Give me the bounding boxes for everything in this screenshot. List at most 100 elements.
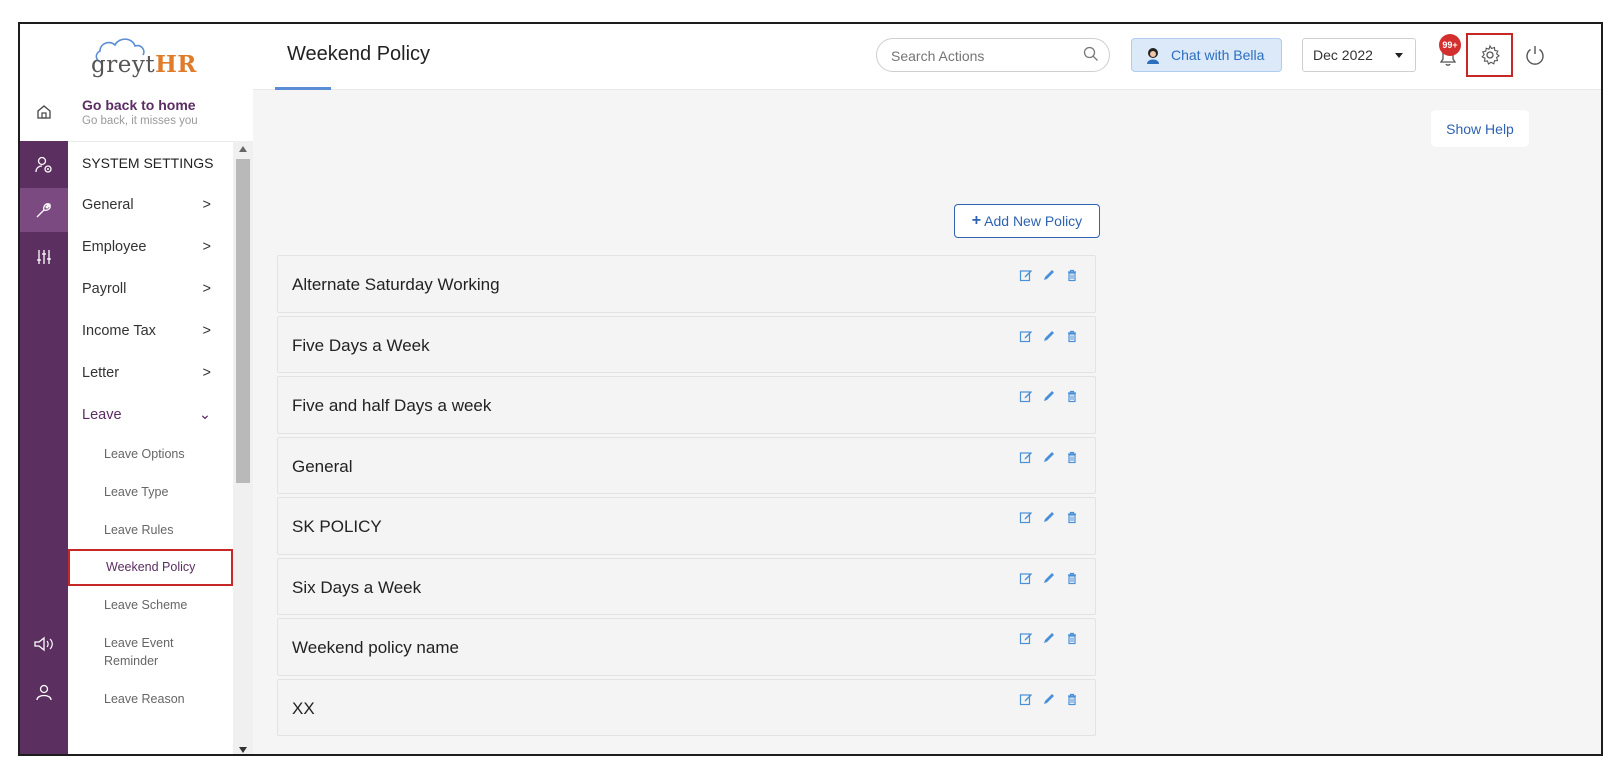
sidebar-item-general[interactable]: General > [68, 184, 233, 226]
add-policy-label: Add New Policy [984, 213, 1083, 229]
chat-with-bella-button[interactable]: Chat with Bella [1131, 38, 1282, 72]
edit-icon[interactable] [1019, 450, 1033, 464]
logo-text-orange: HR [155, 51, 197, 78]
trash-icon[interactable] [1065, 389, 1079, 403]
pencil-icon[interactable] [1042, 329, 1056, 343]
sidebar-item-payroll[interactable]: Payroll > [68, 268, 233, 310]
sidebar-item-employee[interactable]: Employee > [68, 226, 233, 268]
trash-icon[interactable] [1065, 268, 1079, 282]
greythr-logo[interactable]: greytHR [88, 34, 208, 84]
policy-list: Alternate Saturday Working Five Days a We… [277, 255, 1096, 739]
plus-icon: + [971, 212, 982, 229]
edit-icon[interactable] [1019, 692, 1033, 706]
edit-icon[interactable] [1019, 268, 1033, 282]
policy-name[interactable]: Five and half Days a week [292, 396, 491, 416]
home-link-title: Go back to home [82, 97, 196, 113]
policy-actions [1019, 631, 1079, 645]
profile-icon[interactable] [20, 670, 68, 714]
title-underline [275, 87, 331, 90]
chevron-right-icon: > [202, 323, 211, 339]
pencil-icon[interactable] [1042, 450, 1056, 464]
trash-icon[interactable] [1065, 692, 1079, 706]
chat-label: Chat with Bella [1171, 47, 1265, 63]
sidebar-item-label: Letter [82, 365, 120, 381]
trash-icon[interactable] [1065, 450, 1079, 464]
gear-icon [1479, 44, 1501, 66]
policy-name[interactable]: Weekend policy name [292, 638, 459, 658]
logo-text-grey: greyt [91, 52, 156, 78]
chevron-right-icon: > [202, 239, 211, 255]
settings-button[interactable] [1466, 33, 1513, 77]
sidebar-subitem-weekend-policy[interactable]: Weekend Policy [68, 548, 233, 587]
policy-row: Six Days a Week [277, 557, 1096, 615]
page-title: Weekend Policy [287, 43, 431, 65]
pencil-icon[interactable] [1042, 268, 1056, 282]
pencil-icon[interactable] [1042, 571, 1056, 585]
sidebar-item-leave[interactable]: Leave ⌄ [68, 394, 233, 436]
trash-icon[interactable] [1065, 510, 1079, 524]
main-content: Show Help + Add New Policy Alternate Sat… [253, 91, 1601, 754]
edit-icon[interactable] [1019, 389, 1033, 403]
sidebar-subitem-leave-type[interactable]: Leave Type [68, 474, 233, 512]
search-icon[interactable] [1083, 46, 1099, 67]
policy-name[interactable]: Five Days a Week [292, 336, 430, 356]
chevron-right-icon: > [202, 281, 211, 297]
scroll-down-icon[interactable] [239, 747, 247, 753]
policy-name[interactable]: General [292, 457, 352, 477]
policy-name[interactable]: Six Days a Week [292, 578, 421, 598]
sidebar-subitem-leave-rules[interactable]: Leave Rules [68, 511, 233, 549]
home-link-subtitle: Go back, it misses you [82, 115, 198, 127]
policy-name[interactable]: XX [292, 699, 315, 719]
policy-row: SK POLICY [277, 497, 1096, 555]
sliders-icon[interactable] [20, 235, 68, 279]
sidebar-subitem-leave-scheme[interactable]: Leave Scheme [68, 586, 233, 624]
policy-name[interactable]: SK POLICY [292, 517, 382, 537]
trash-icon[interactable] [1065, 329, 1079, 343]
edit-icon[interactable] [1019, 571, 1033, 585]
sidebar-subitem-leave-options[interactable]: Leave Options [68, 436, 233, 474]
announcement-icon[interactable] [20, 622, 68, 666]
edit-icon[interactable] [1019, 329, 1033, 343]
trash-icon[interactable] [1065, 631, 1079, 645]
user-settings-icon[interactable] [20, 143, 68, 187]
pencil-icon[interactable] [1042, 389, 1056, 403]
go-back-home-link[interactable]: Go back to home Go back, it misses you [82, 97, 198, 127]
sidebar-scrollbar[interactable] [233, 141, 253, 754]
sidebar-item-income-tax[interactable]: Income Tax > [68, 310, 233, 352]
search-input[interactable] [891, 46, 1071, 66]
scrollbar-thumb[interactable] [236, 159, 250, 483]
pencil-icon[interactable] [1042, 692, 1056, 706]
power-icon[interactable] [1518, 38, 1552, 72]
pencil-icon[interactable] [1042, 510, 1056, 524]
sidebar-item-label: Income Tax [82, 323, 156, 339]
sidebar-item-label: Payroll [82, 281, 127, 297]
icon-rail [20, 24, 68, 754]
home-icon[interactable] [20, 90, 68, 134]
edit-icon[interactable] [1019, 631, 1033, 645]
policy-name[interactable]: Alternate Saturday Working [292, 275, 500, 295]
pencil-icon[interactable] [1042, 631, 1056, 645]
app-window: greytHR Go back to home Go back, it miss… [18, 22, 1603, 756]
show-help-button[interactable]: Show Help [1431, 110, 1529, 147]
sidebar-subitem-leave-event-reminder[interactable]: Leave Event Reminder [68, 624, 188, 681]
month-select[interactable]: Dec 2022 [1302, 38, 1416, 72]
policy-actions [1019, 329, 1079, 343]
wrench-icon[interactable] [20, 188, 68, 232]
sidebar-subitem-leave-reason[interactable]: Leave Reason [68, 681, 233, 719]
policy-row: Weekend policy name [277, 618, 1096, 676]
policy-actions [1019, 268, 1079, 282]
policy-actions [1019, 692, 1079, 706]
sidebar-item-label: Employee [82, 239, 147, 255]
sidebar-item-label: General [82, 197, 134, 213]
chevron-right-icon: > [202, 197, 211, 213]
add-new-policy-button[interactable]: + Add New Policy [954, 204, 1100, 238]
section-title: SYSTEM SETTINGS [82, 155, 214, 171]
settings-menu: SYSTEM SETTINGS General > Employee > Payro… [68, 141, 233, 754]
search-box[interactable] [876, 38, 1110, 72]
sidebar-item-label: Leave [82, 407, 122, 423]
edit-icon[interactable] [1019, 510, 1033, 524]
scroll-up-icon[interactable] [239, 146, 247, 152]
bella-avatar-icon [1144, 46, 1162, 64]
trash-icon[interactable] [1065, 571, 1079, 585]
sidebar-item-letter[interactable]: Letter > [68, 352, 233, 394]
